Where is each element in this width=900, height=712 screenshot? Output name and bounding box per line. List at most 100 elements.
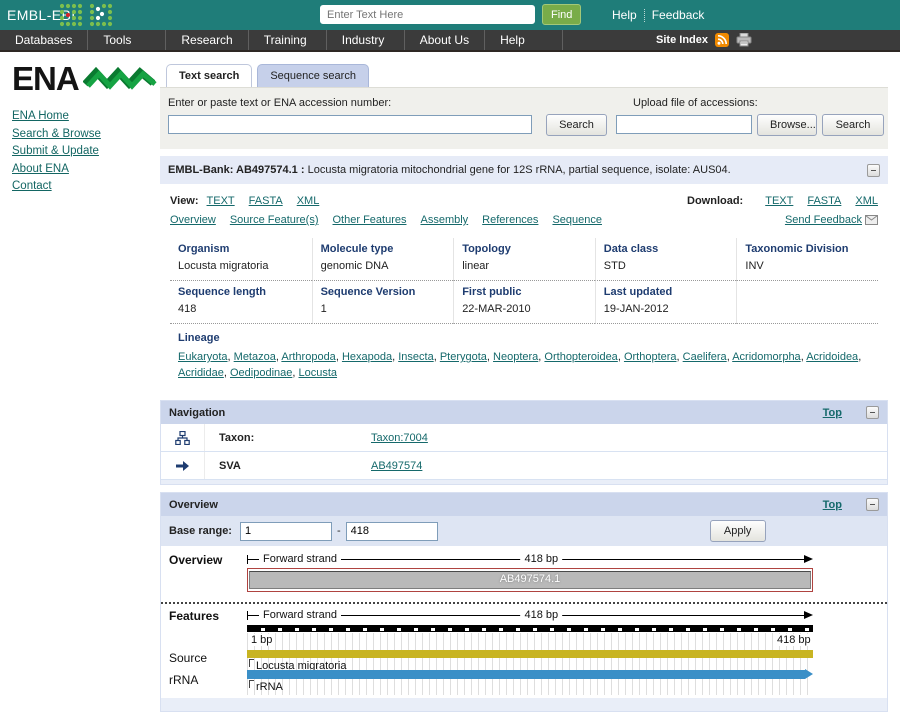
site-search-input[interactable] bbox=[320, 5, 535, 24]
collapse-overview-icon[interactable] bbox=[866, 498, 879, 511]
sequence-box[interactable]: AB497574.1 bbox=[247, 568, 813, 592]
nav-item-research[interactable]: Research bbox=[166, 30, 248, 50]
main-navigation: Databases Tools Research Training Indust… bbox=[0, 30, 900, 52]
nav-item-tools[interactable]: Tools bbox=[88, 30, 166, 50]
arrow-right-icon bbox=[175, 460, 190, 472]
printer-icon[interactable] bbox=[736, 33, 752, 47]
view-fasta-link[interactable]: FASTA bbox=[249, 195, 283, 207]
record-nav-overview[interactable]: Overview bbox=[170, 214, 216, 226]
feedback-link[interactable]: Feedback bbox=[652, 8, 705, 22]
taxon-row-label: Taxon: bbox=[205, 432, 371, 444]
nav-item-databases[interactable]: Databases bbox=[0, 30, 88, 50]
download-xml-link[interactable]: XML bbox=[855, 195, 878, 207]
accession-search-input[interactable] bbox=[168, 115, 532, 134]
tab-sequence-search[interactable]: Sequence search bbox=[257, 64, 369, 87]
collapse-navigation-icon[interactable] bbox=[866, 406, 879, 419]
sidebar-item-search-browse[interactable]: Search & Browse bbox=[12, 128, 101, 140]
overview-track-label: Overview bbox=[169, 553, 222, 567]
field-organism: OrganismLocusta migratoria bbox=[170, 238, 312, 281]
record-nav-sequence[interactable]: Sequence bbox=[552, 214, 602, 226]
lineage-link[interactable]: Acridoidea bbox=[806, 351, 858, 363]
lineage-link[interactable]: Acrididae bbox=[178, 367, 224, 379]
nav-item-industry[interactable]: Industry bbox=[327, 30, 405, 50]
ruler-start-label: 1 bp bbox=[249, 634, 274, 646]
sva-link[interactable]: AB497574 bbox=[371, 460, 422, 472]
overview-top-link[interactable]: Top bbox=[823, 499, 842, 511]
record-nav-assembly[interactable]: Assembly bbox=[420, 214, 468, 226]
field-sequence-version: Sequence Version1 bbox=[312, 281, 454, 324]
record-nav-source-features[interactable]: Source Feature(s) bbox=[230, 214, 319, 226]
taxonomy-tree-icon bbox=[175, 431, 190, 445]
lineage-block: Lineage EukaryotaMetazoaArthropodaHexapo… bbox=[170, 324, 878, 385]
send-feedback-link[interactable]: Send Feedback bbox=[785, 214, 862, 226]
view-text-link[interactable]: TEXT bbox=[207, 195, 235, 207]
taxon-link[interactable]: Taxon:7004 bbox=[371, 432, 428, 444]
field-sequence-length: Sequence length418 bbox=[170, 281, 312, 324]
lineage-link[interactable]: Pterygota bbox=[440, 351, 487, 363]
nav-item-training[interactable]: Training bbox=[249, 30, 327, 50]
lineage-link[interactable]: Metazoa bbox=[234, 351, 276, 363]
lineage-link[interactable]: Eukaryota bbox=[178, 351, 228, 363]
nav-item-about-us[interactable]: About Us bbox=[405, 30, 485, 50]
lineage-link[interactable]: Orthopteroidea bbox=[544, 351, 617, 363]
navigation-top-link[interactable]: Top bbox=[823, 407, 842, 419]
record-nav-other-features[interactable]: Other Features bbox=[333, 214, 407, 226]
field-molecule-type: Molecule typegenomic DNA bbox=[312, 238, 454, 281]
base-range-label: Base range: bbox=[169, 525, 232, 537]
lineage-link[interactable]: Caelifera bbox=[683, 351, 727, 363]
base-range-from-input[interactable] bbox=[240, 522, 332, 541]
navigation-section-header: Navigation Top bbox=[161, 401, 887, 424]
header-divider bbox=[644, 9, 645, 22]
upload-file-input[interactable] bbox=[616, 115, 752, 134]
apply-button[interactable]: Apply bbox=[710, 520, 766, 542]
lineage-link[interactable]: Acridomorpha bbox=[732, 351, 800, 363]
download-fasta-link[interactable]: FASTA bbox=[807, 195, 841, 207]
lineage-link[interactable]: Hexapoda bbox=[342, 351, 392, 363]
sequence-ruler bbox=[247, 625, 813, 632]
features-strand-line: Forward strand 418 bp bbox=[247, 608, 813, 622]
navigation-title: Navigation bbox=[169, 407, 225, 419]
help-link[interactable]: Help bbox=[612, 8, 637, 22]
tab-text-search[interactable]: Text search bbox=[166, 64, 252, 87]
text-search-panel: Enter or paste text or ENA accession num… bbox=[160, 87, 888, 149]
lineage-link[interactable]: Locusta bbox=[299, 367, 338, 379]
base-range-to-input[interactable] bbox=[346, 522, 438, 541]
navigation-row-sva: SVA AB497574 bbox=[161, 452, 887, 480]
overview-section: Overview Top Base range: - Apply Overvie… bbox=[160, 492, 888, 712]
download-text-link[interactable]: TEXT bbox=[765, 195, 793, 207]
navigation-row-taxon: Taxon: Taxon:7004 bbox=[161, 424, 887, 452]
site-index-link[interactable]: Site Index bbox=[656, 34, 708, 46]
lineage-link[interactable]: Orthoptera bbox=[624, 351, 677, 363]
find-button[interactable]: Find bbox=[542, 4, 581, 25]
sidebar-item-submit-update[interactable]: Submit & Update bbox=[12, 145, 99, 157]
rrna-feature-bar[interactable] bbox=[247, 670, 805, 679]
collapse-record-icon[interactable] bbox=[867, 164, 880, 177]
sidebar-item-about-ena[interactable]: About ENA bbox=[12, 163, 69, 175]
text-search-button[interactable]: Search bbox=[546, 114, 607, 136]
rss-icon[interactable] bbox=[715, 33, 729, 47]
field-topology: Topologylinear bbox=[453, 238, 595, 281]
upload-search-button[interactable]: Search bbox=[822, 114, 884, 136]
lineage-link[interactable]: Insecta bbox=[398, 351, 433, 363]
field-data-class: Data classSTD bbox=[595, 238, 737, 281]
browse-button[interactable]: Browse... bbox=[757, 114, 817, 136]
source-feature-bar[interactable] bbox=[247, 650, 813, 658]
record-nav-references[interactable]: References bbox=[482, 214, 538, 226]
nav-item-help[interactable]: Help bbox=[485, 30, 563, 50]
record-title-bar: EMBL-Bank: AB497574.1 : Locusta migrator… bbox=[160, 156, 888, 184]
lineage-link[interactable]: Arthropoda bbox=[281, 351, 335, 363]
features-track-label: Features bbox=[169, 609, 219, 623]
envelope-icon bbox=[865, 215, 878, 225]
view-label: View: bbox=[170, 195, 199, 207]
view-xml-link[interactable]: XML bbox=[297, 195, 320, 207]
rrna-feature-label: rRNA bbox=[249, 680, 283, 693]
length-label: 418 bp bbox=[520, 608, 562, 622]
forward-strand-label: Forward strand bbox=[259, 552, 341, 566]
sidebar-item-ena-home[interactable]: ENA Home bbox=[12, 110, 69, 122]
lineage-link[interactable]: Neoptera bbox=[493, 351, 538, 363]
lineage-link[interactable]: Oedipodinae bbox=[230, 367, 292, 379]
field-first-public: First public22-MAR-2010 bbox=[453, 281, 595, 324]
sidebar-item-contact[interactable]: Contact bbox=[12, 180, 52, 192]
sidebar-links: ENA Home Search & Browse Submit & Update… bbox=[12, 108, 160, 196]
rrna-track-label: rRNA bbox=[169, 673, 198, 687]
